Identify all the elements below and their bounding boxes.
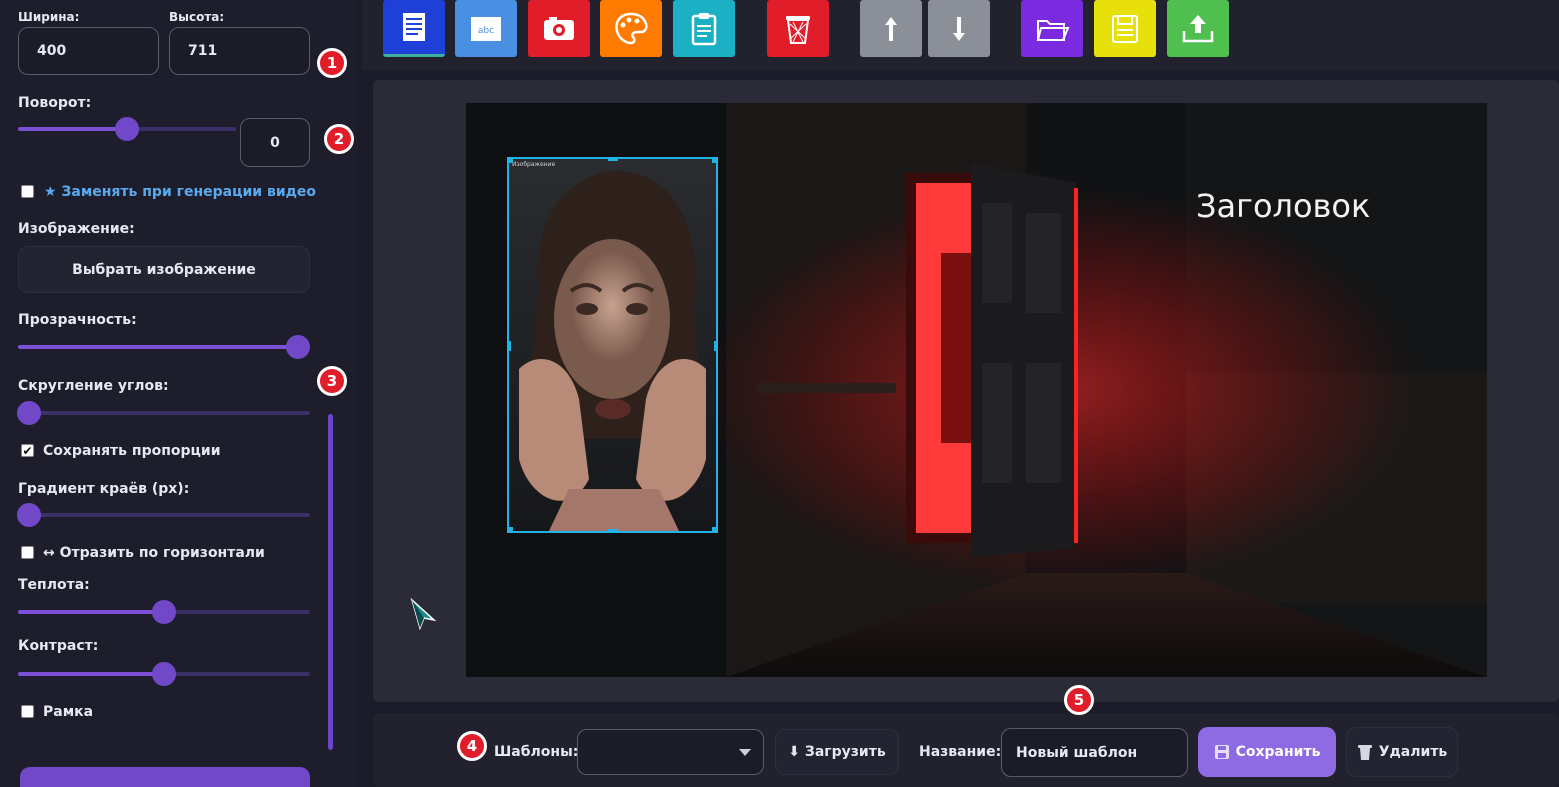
folder-open-button[interactable] — [1021, 0, 1083, 57]
delete-template-button-label: Удалить — [1378, 744, 1448, 760]
resize-handle-top-right[interactable] — [712, 159, 716, 163]
camera-icon — [544, 16, 574, 40]
floppy-icon — [1214, 745, 1229, 759]
height-label: Высота: — [169, 10, 225, 24]
templates-label: Шаблоны: — [494, 744, 579, 760]
templates-select[interactable] — [577, 729, 764, 775]
annotation-badge-3: 3 — [317, 366, 347, 396]
flip-horizontal-label: ↔ Отразить по горизонтали — [43, 545, 265, 561]
warmth-slider-thumb[interactable] — [152, 600, 176, 624]
corner-radius-label: Скругление углов: — [18, 378, 169, 394]
selected-image-layer[interactable]: Изображение — [507, 157, 718, 533]
document-icon — [403, 13, 425, 41]
edge-gradient-slider-thumb[interactable] — [17, 503, 41, 527]
arrow-up-icon — [885, 16, 897, 41]
replace-on-video-label: ★ Заменять при генерации видео — [44, 184, 317, 200]
edge-gradient-label: Градиент краёв (px): — [18, 481, 190, 497]
opacity-label: Прозрачность: — [18, 312, 137, 328]
resize-handle-bottom[interactable] — [608, 529, 618, 531]
save-template-button-label: Сохранить — [1235, 744, 1321, 760]
resize-handle-top-left[interactable] — [509, 159, 513, 163]
warmth-slider[interactable] — [18, 600, 310, 624]
svg-text:abc: abc — [478, 26, 494, 36]
width-input[interactable]: 400 — [18, 27, 159, 75]
flip-horizontal-checkbox[interactable] — [21, 546, 34, 559]
template-name-input[interactable]: Новый шаблон — [1001, 728, 1188, 777]
resize-handle-left[interactable] — [509, 341, 511, 351]
heading-text-layer[interactable]: Заголовок — [1196, 187, 1370, 225]
text-abc-icon: abc — [471, 16, 501, 41]
trash-button[interactable] — [767, 0, 829, 57]
text-abc-button[interactable]: abc — [455, 0, 517, 57]
keep-proportions-checkbox[interactable]: ✔ — [21, 444, 34, 457]
sidebar-bottom-button-partial[interactable] — [20, 767, 310, 787]
contrast-slider-thumb[interactable] — [152, 662, 176, 686]
delete-template-button[interactable]: Удалить — [1346, 727, 1458, 777]
arrow-up-button[interactable] — [860, 0, 922, 57]
palette-icon — [615, 12, 648, 44]
template-name-label: Название: — [919, 744, 1002, 760]
image-label: Изображение: — [18, 221, 135, 237]
annotation-badge-5: 5 — [1064, 685, 1094, 715]
height-input[interactable]: 711 — [169, 27, 310, 75]
annotation-badge-1: 1 — [317, 48, 347, 78]
arrow-down-icon — [953, 16, 965, 41]
sidebar-scrollbar[interactable] — [328, 414, 333, 750]
load-template-button[interactable]: ⬇ Загрузить — [775, 729, 899, 775]
width-input-value: 400 — [37, 43, 67, 59]
rotation-slider-thumb[interactable] — [115, 117, 139, 141]
opacity-slider-thumb[interactable] — [286, 335, 310, 359]
folder-open-icon — [1036, 19, 1070, 41]
contrast-label: Контраст: — [18, 638, 99, 654]
arrow-down-button[interactable] — [928, 0, 990, 57]
trash-icon — [786, 15, 810, 44]
upload-tray-button[interactable] — [1167, 0, 1229, 57]
trash-can-icon — [1357, 745, 1372, 760]
resize-handle-top[interactable] — [608, 159, 618, 161]
corner-radius-slider[interactable] — [17, 401, 310, 425]
save-template-button[interactable]: Сохранить — [1198, 727, 1336, 777]
palette-button[interactable] — [600, 0, 662, 57]
selected-image-caption: Изображение — [512, 161, 556, 168]
corner-radius-slider-thumb[interactable] — [17, 401, 41, 425]
rotation-input[interactable]: 0 — [240, 118, 310, 167]
floppy-save-icon — [1112, 14, 1138, 43]
clipboard-icon — [691, 12, 717, 45]
height-input-value: 711 — [188, 43, 218, 59]
chevron-down-icon — [739, 749, 751, 756]
template-name-input-value: Новый шаблон — [1016, 744, 1138, 761]
frame-label: Рамка — [43, 704, 94, 720]
resize-handle-bottom-right[interactable] — [712, 527, 716, 531]
annotation-badge-2: 2 — [324, 124, 354, 154]
width-label: Ширина: — [18, 10, 80, 24]
resize-handle-bottom-left[interactable] — [509, 527, 513, 531]
floppy-save-button[interactable] — [1094, 0, 1156, 57]
load-template-button-label: ⬇ Загрузить — [788, 744, 886, 760]
upload-tray-icon — [1182, 14, 1214, 42]
replace-on-video-checkbox[interactable] — [21, 185, 34, 198]
rotation-input-value: 0 — [270, 134, 280, 151]
opacity-slider[interactable] — [18, 335, 310, 359]
resize-handle-right[interactable] — [714, 341, 716, 351]
choose-image-button-label: Выбрать изображение — [72, 261, 256, 278]
rotation-label: Поворот: — [18, 95, 92, 111]
camera-button[interactable] — [528, 0, 590, 57]
annotation-badge-4: 4 — [457, 731, 487, 761]
clipboard-button[interactable] — [673, 0, 735, 57]
contrast-slider[interactable] — [18, 662, 310, 686]
keep-proportions-label: Сохранять пропорции — [43, 443, 221, 459]
choose-image-button[interactable]: Выбрать изображение — [18, 246, 310, 293]
document-button[interactable] — [383, 0, 445, 57]
warmth-label: Теплота: — [18, 577, 90, 593]
mouse-cursor-icon — [410, 598, 437, 630]
rotation-slider[interactable] — [18, 117, 236, 141]
frame-checkbox[interactable] — [21, 705, 34, 718]
edge-gradient-slider[interactable] — [17, 503, 310, 527]
woman-portrait-image — [509, 159, 716, 531]
properties-sidebar: Ширина: Высота: 400 711 Поворот: 0 ★ Зам… — [0, 0, 358, 787]
